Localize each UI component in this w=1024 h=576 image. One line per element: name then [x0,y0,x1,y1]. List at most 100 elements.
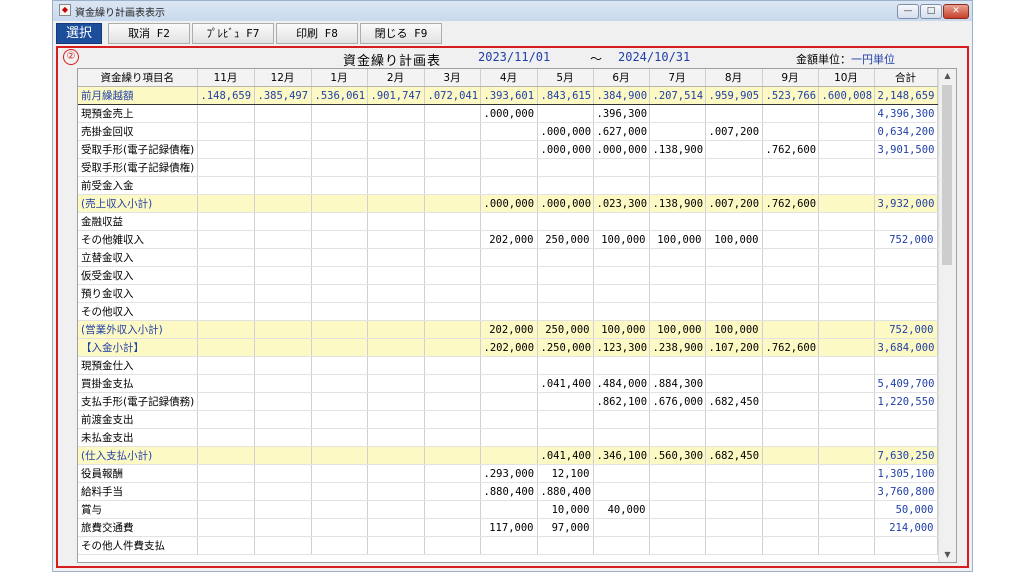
amount-cell[interactable] [311,464,368,483]
scroll-down-icon[interactable]: ▼ [939,548,956,562]
total-cell[interactable] [874,212,938,231]
amount-cell[interactable] [818,266,875,285]
amount-cell[interactable] [480,410,538,429]
amount-cell[interactable]: .000,000 [480,104,538,123]
amount-cell[interactable] [480,302,538,321]
preview-button[interactable]: ﾌﾟﾚﾋﾞｭ F7 [192,23,274,44]
amount-cell[interactable] [367,230,425,249]
amount-cell[interactable] [818,374,875,393]
amount-cell[interactable] [367,500,425,519]
total-cell[interactable]: 50,000 [874,500,938,519]
amount-cell[interactable] [254,338,312,357]
amount-cell[interactable]: .238,900 [649,338,706,357]
row-label[interactable]: 仮受金収入 [78,266,198,285]
amount-cell[interactable] [367,410,425,429]
close-window-button[interactable]: ✕ [943,4,969,19]
amount-cell[interactable] [311,212,368,231]
amount-cell[interactable] [537,302,594,321]
amount-cell[interactable] [818,248,875,267]
amount-cell[interactable] [480,176,538,195]
table-row[interactable]: 旅費交通費 117,000 97,000 214,000 [78,518,938,537]
amount-cell[interactable] [254,140,312,159]
total-cell[interactable]: 752,000 [874,230,938,249]
amount-cell[interactable]: .148,659 [197,86,255,105]
amount-cell[interactable] [705,536,763,555]
table-row[interactable]: 受取手形(電子記録債権) [78,158,938,177]
amount-cell[interactable] [254,446,312,465]
amount-cell[interactable] [424,266,481,285]
amount-cell[interactable] [705,266,763,285]
amount-cell[interactable] [367,446,425,465]
amount-cell[interactable] [762,464,819,483]
table-row[interactable]: 立替金収入 [78,248,938,267]
amount-cell[interactable] [197,212,255,231]
amount-cell[interactable] [705,374,763,393]
amount-cell[interactable] [424,392,481,411]
amount-cell[interactable] [762,284,819,303]
amount-cell[interactable] [705,140,763,159]
amount-cell[interactable]: 40,000 [593,500,650,519]
amount-cell[interactable]: .762,600 [762,140,819,159]
amount-cell[interactable] [762,212,819,231]
total-cell[interactable] [874,158,938,177]
amount-cell[interactable] [311,302,368,321]
total-cell[interactable]: 3,684,000 [874,338,938,357]
amount-cell[interactable] [480,266,538,285]
amount-cell[interactable]: .959,905 [705,86,763,105]
amount-cell[interactable] [818,230,875,249]
amount-cell[interactable]: .676,000 [649,392,706,411]
amount-cell[interactable] [367,302,425,321]
amount-cell[interactable] [424,356,481,375]
table-row[interactable]: 賞与 10,000 40,000 50,000 [78,500,938,519]
total-cell[interactable] [874,266,938,285]
amount-cell[interactable] [311,140,368,159]
amount-cell[interactable] [367,176,425,195]
amount-cell[interactable] [762,500,819,519]
amount-cell[interactable] [537,392,594,411]
amount-cell[interactable] [480,356,538,375]
maximize-button[interactable]: □ [920,4,942,19]
amount-cell[interactable] [311,356,368,375]
amount-cell[interactable]: 97,000 [537,518,594,537]
amount-cell[interactable] [424,338,481,357]
amount-cell[interactable] [818,320,875,339]
amount-cell[interactable] [818,176,875,195]
amount-cell[interactable]: .682,450 [705,392,763,411]
amount-cell[interactable]: .396,300 [593,104,650,123]
amount-cell[interactable] [367,482,425,501]
amount-cell[interactable] [762,320,819,339]
table-row[interactable]: 前受金入金 [78,176,938,195]
row-label[interactable]: その他雑収入 [78,230,198,249]
scroll-thumb[interactable] [942,85,952,265]
amount-cell[interactable] [367,320,425,339]
amount-cell[interactable] [254,122,312,141]
amount-cell[interactable] [311,518,368,537]
amount-cell[interactable]: .536,061 [311,86,368,105]
amount-cell[interactable] [254,194,312,213]
amount-cell[interactable] [367,104,425,123]
amount-cell[interactable] [254,392,312,411]
amount-cell[interactable] [649,122,706,141]
amount-cell[interactable] [197,518,255,537]
amount-cell[interactable] [311,446,368,465]
amount-cell[interactable] [649,104,706,123]
amount-cell[interactable]: 117,000 [480,518,538,537]
amount-cell[interactable] [593,356,650,375]
amount-cell[interactable]: .682,450 [705,446,763,465]
amount-cell[interactable] [311,158,368,177]
amount-cell[interactable]: .000,000 [480,194,538,213]
amount-cell[interactable] [593,464,650,483]
amount-cell[interactable] [424,428,481,447]
scroll-up-icon[interactable]: ▲ [939,69,956,83]
amount-cell[interactable] [649,212,706,231]
amount-cell[interactable] [480,446,538,465]
amount-cell[interactable]: .884,300 [649,374,706,393]
amount-cell[interactable] [593,428,650,447]
row-label[interactable]: 受取手形(電子記録債権) [78,158,198,177]
subtotal-row[interactable]: 【入金小計】 .202,000.250,000.123,300.238,900.1… [78,338,938,357]
amount-cell[interactable] [424,374,481,393]
amount-cell[interactable] [649,284,706,303]
amount-cell[interactable] [480,158,538,177]
total-cell[interactable] [874,536,938,555]
table-row[interactable]: 預り金収入 [78,284,938,303]
